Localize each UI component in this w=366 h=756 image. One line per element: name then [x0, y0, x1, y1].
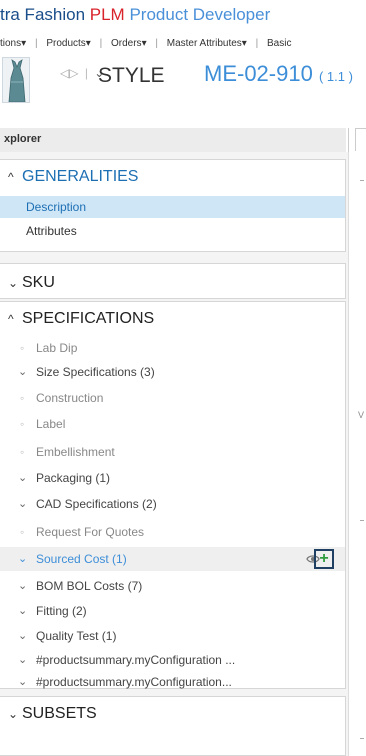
- style-label: STYLE: [98, 64, 165, 87]
- menu-item-basic[interactable]: Basic: [267, 38, 291, 49]
- menu-item-orders[interactable]: Orders▾: [111, 38, 147, 49]
- spec-item-request-for-quotes[interactable]: ◦ Request For Quotes: [0, 520, 345, 544]
- menu-item-0[interactable]: tions▾: [0, 38, 26, 49]
- chevron-down-icon: ⌄: [18, 472, 28, 484]
- spec-item-productsummary-config-2[interactable]: ⌄ #productsummary.myConfiguration...: [0, 672, 345, 690]
- spec-item-sourced-cost[interactable]: ⌄ Sourced Cost (1) +: [0, 547, 345, 571]
- dress-image: [8, 59, 26, 102]
- next-arrow-icon[interactable]: ▷: [69, 66, 78, 80]
- menu-item-products[interactable]: Products▾: [46, 38, 91, 49]
- chevron-down-icon: ⌄: [18, 580, 28, 592]
- app-header: tra Fashion PLM Product Developer tions▾…: [0, 0, 366, 118]
- chevron-down-icon: ⌄: [8, 276, 19, 290]
- chevron-down-icon: ⌄: [18, 366, 28, 378]
- spec-item-construction[interactable]: ◦ Construction: [0, 386, 345, 410]
- chevron-down-icon: ⌄: [18, 654, 28, 666]
- chevron-down-icon: ⌄: [18, 605, 28, 617]
- sku-header[interactable]: ⌄ SKU: [8, 274, 55, 292]
- specifications-header[interactable]: ^ SPECIFICATIONS: [8, 310, 154, 328]
- subsets-section: ⌄ SUBSETS: [0, 696, 346, 756]
- content-tab[interactable]: [355, 128, 366, 151]
- top-menubar: tions▾ | Products▾ | Orders▾ | Master At…: [0, 38, 292, 49]
- generalities-section: ^ GENERALITIES Description Attributes: [0, 159, 346, 252]
- spec-item-size-specifications[interactable]: ⌄ Size Specifications (3): [0, 360, 345, 384]
- spec-item-embellishment[interactable]: ◦ Embellishment: [0, 440, 345, 464]
- specifications-section: ^ SPECIFICATIONS ◦ Lab Dip ⌄ Size Specifica…: [0, 301, 346, 689]
- spec-item-bom-bol-costs[interactable]: ⌄ BOM BOL Costs (7): [0, 574, 345, 598]
- spec-item-label[interactable]: ◦ Label: [0, 412, 345, 436]
- spec-item-quality-test[interactable]: ⌄ Quality Test (1): [0, 624, 345, 648]
- menu-item-master-attributes[interactable]: Master Attributes▾: [167, 38, 247, 49]
- chevron-up-icon: ^: [8, 312, 14, 326]
- explorer-header: xplorer: [0, 128, 346, 153]
- spec-item-fitting[interactable]: ⌄ Fitting (2): [0, 599, 345, 623]
- spec-item-cad-specifications[interactable]: ⌄ CAD Specifications (2): [0, 492, 345, 516]
- chevron-down-icon: ⌄: [18, 630, 28, 642]
- sku-section: ⌄ SKU: [0, 263, 346, 299]
- pane-mark: V: [358, 410, 365, 420]
- content-pane: [348, 128, 366, 756]
- chevron-up-icon: ^: [8, 170, 14, 184]
- chevron-down-icon: ⌄: [18, 676, 28, 688]
- generalities-item-description[interactable]: Description: [0, 196, 345, 218]
- spec-item-packaging[interactable]: ⌄ Packaging (1): [0, 466, 345, 490]
- style-code: ME-02-910 ( 1.1 ): [204, 61, 353, 86]
- add-plus-button[interactable]: +: [314, 549, 334, 569]
- product-thumbnail[interactable]: [2, 57, 30, 103]
- generalities-header[interactable]: ^ GENERALITIES: [8, 168, 138, 186]
- spec-item-productsummary-config-1[interactable]: ⌄ #productsummary.myConfiguration ...: [0, 648, 345, 672]
- generalities-item-attributes[interactable]: Attributes: [0, 220, 345, 242]
- chevron-down-icon: ⌄: [18, 553, 28, 565]
- subsets-header[interactable]: ⌄ SUBSETS: [8, 705, 97, 723]
- explorer-title: xplorer: [4, 133, 42, 145]
- style-version: ( 1.1 ): [318, 69, 353, 84]
- chevron-down-icon: ⌄: [8, 707, 19, 721]
- spec-item-lab-dip[interactable]: ◦ Lab Dip: [0, 336, 345, 360]
- prev-arrow-icon[interactable]: ◁: [60, 66, 69, 80]
- chevron-down-icon: ⌄: [18, 498, 28, 510]
- app-title: tra Fashion PLM Product Developer: [0, 5, 271, 24]
